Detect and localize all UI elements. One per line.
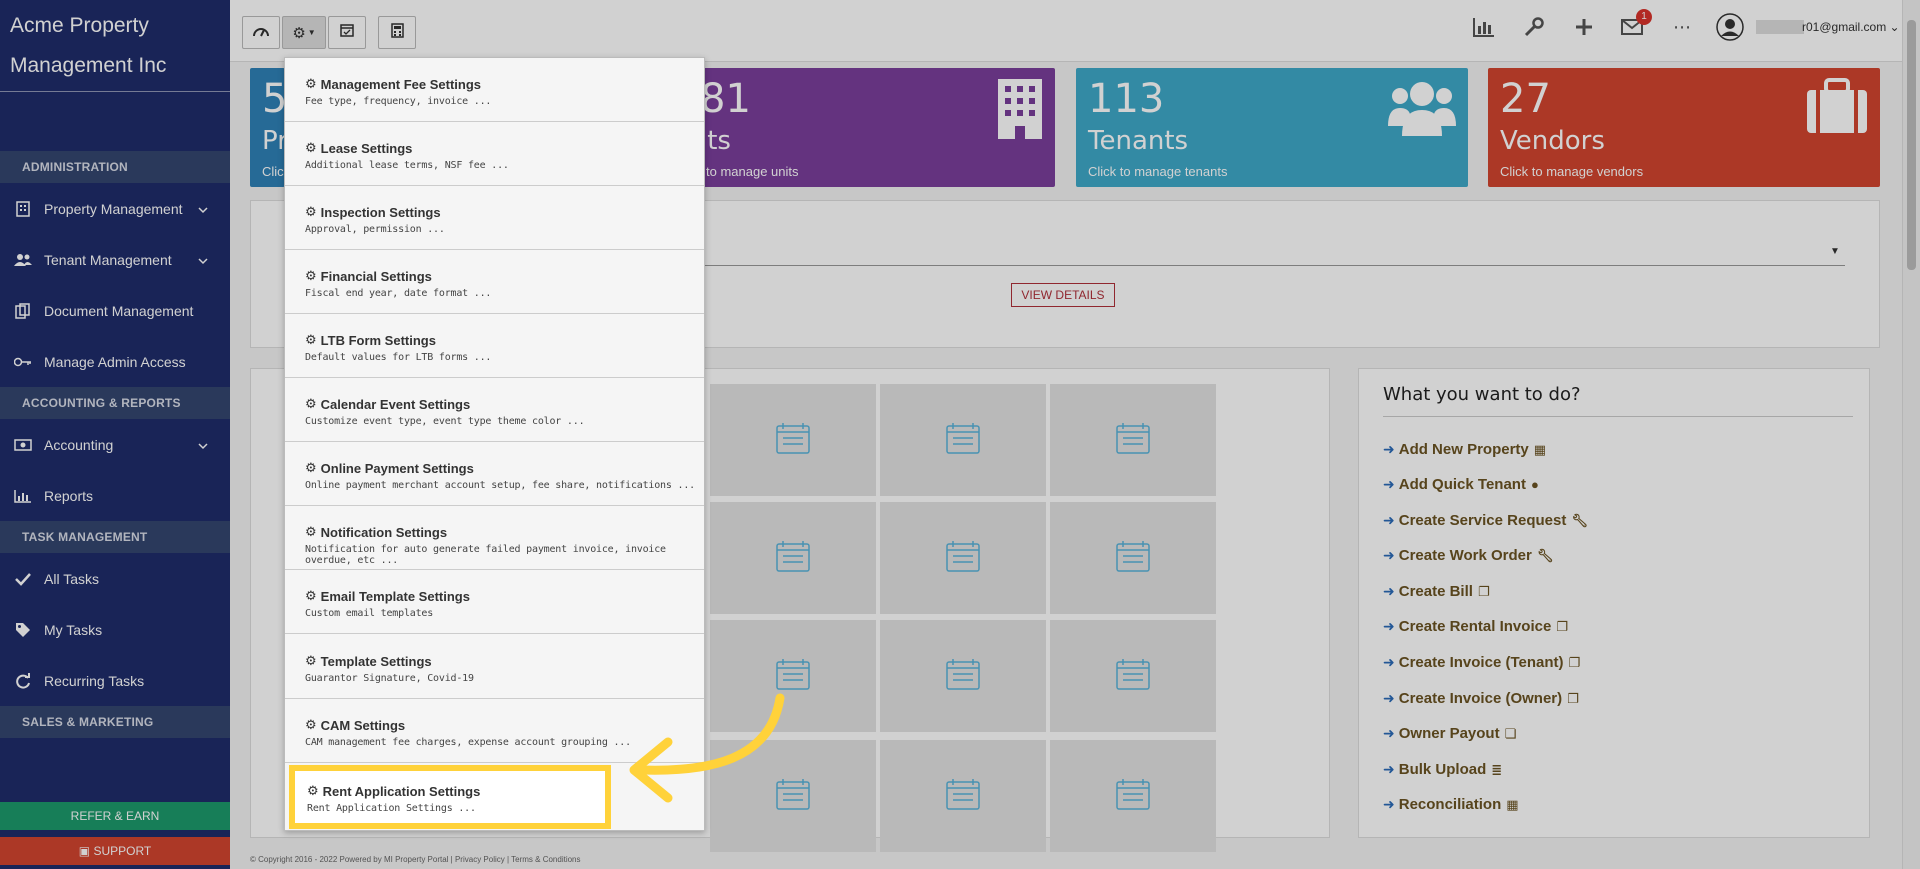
menu-item-title: Online Payment Settings (320, 460, 474, 476)
menu-item-rent-application-settings[interactable]: ⚙ Rent Application Settings Rent Applicati… (289, 765, 611, 829)
guidance-arrow (629, 693, 785, 803)
menu-item-title: Notification Settings (320, 524, 448, 540)
menu-item-title: CAM Settings (320, 717, 406, 733)
gear-icon: ⚙ (305, 204, 317, 219)
menu-item-calendar-event-settings[interactable]: ⚙ Calendar Event Settings Customize event … (285, 378, 704, 442)
menu-item-lease-settings[interactable]: ⚙ Lease Settings Additional lease terms, N… (285, 122, 704, 186)
menu-item-inspection-settings[interactable]: ⚙ Inspection Settings Approval, permission… (285, 186, 704, 250)
gear-icon: ⚙ (305, 717, 317, 732)
menu-item-desc: Notification for auto generate failed pa… (305, 544, 666, 566)
menu-item-title: Rent Application Settings (322, 783, 481, 799)
menu-item-title: Lease Settings (320, 140, 413, 156)
menu-item-email-template-settings[interactable]: ⚙ Email Template Settings Custom email tem… (285, 570, 704, 634)
menu-item-desc: Default values for LTB forms ... (305, 352, 492, 363)
menu-item-desc: Approval, permission ... (305, 224, 445, 235)
gear-icon: ⚙ (305, 332, 317, 347)
menu-item-title: Template Settings (320, 653, 432, 669)
menu-item-title: Inspection Settings (320, 204, 441, 220)
menu-item-desc: Additional lease terms, NSF fee ... (305, 160, 509, 171)
menu-item-ltb-form-settings[interactable]: ⚙ LTB Form Settings Default values for LTB… (285, 314, 704, 378)
menu-item-desc: Customize event type, event type theme c… (305, 416, 585, 427)
gear-icon: ⚙ (305, 460, 317, 475)
menu-item-title: Email Template Settings (320, 588, 470, 604)
gear-icon: ⚙ (305, 524, 317, 539)
menu-item-notification-settings[interactable]: ⚙ Notification Settings Notification for a… (285, 506, 704, 570)
menu-item-desc: Rent Application Settings ... (307, 803, 476, 814)
menu-item-title: LTB Form Settings (320, 332, 436, 348)
menu-item-management-fee-settings[interactable]: ⚙ Management Fee Settings Fee type, freque… (285, 58, 704, 122)
gear-icon: ⚙ (305, 396, 317, 411)
menu-item-desc: Fiscal end year, date format ... (305, 288, 492, 299)
gear-icon: ⚙ (305, 588, 317, 603)
menu-item-title: Management Fee Settings (320, 76, 482, 92)
menu-item-desc: Guarantor Signature, Covid-19 (305, 673, 474, 684)
gear-icon: ⚙ (305, 140, 317, 155)
menu-item-desc: Online payment merchant account setup, f… (305, 480, 695, 491)
menu-item-desc: Fee type, frequency, invoice ... (305, 96, 492, 107)
menu-item-online-payment-settings[interactable]: ⚙ Online Payment Settings Online payment m… (285, 442, 704, 506)
menu-item-desc: Custom email templates (305, 608, 434, 619)
menu-item-title: Financial Settings (320, 268, 432, 284)
gear-icon: ⚙ (307, 783, 319, 798)
menu-item-financial-settings[interactable]: ⚙ Financial Settings Fiscal end year, date… (285, 250, 704, 314)
gear-icon: ⚙ (305, 268, 317, 283)
gear-icon: ⚙ (305, 76, 317, 91)
gear-icon: ⚙ (305, 653, 317, 668)
menu-item-title: Calendar Event Settings (320, 396, 471, 412)
